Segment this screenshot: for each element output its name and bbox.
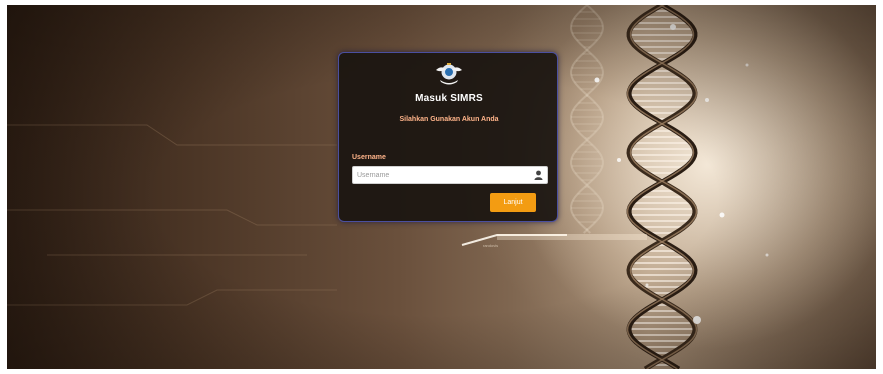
emblem-logo-icon [436, 63, 462, 85]
login-card: Masuk SIMRS Silahkan Gunakan Akun Anda U… [338, 52, 558, 222]
username-label: Username [352, 154, 386, 161]
background-caption: randovis [483, 243, 499, 248]
login-subtitle: Silahkan Gunakan Akun Anda [399, 116, 499, 123]
submit-button[interactable]: Lanjut [490, 193, 536, 212]
page-title: Masuk SIMRS [415, 93, 483, 104]
username-input[interactable] [353, 167, 529, 183]
user-icon [534, 170, 543, 180]
username-field-wrapper [352, 166, 548, 184]
